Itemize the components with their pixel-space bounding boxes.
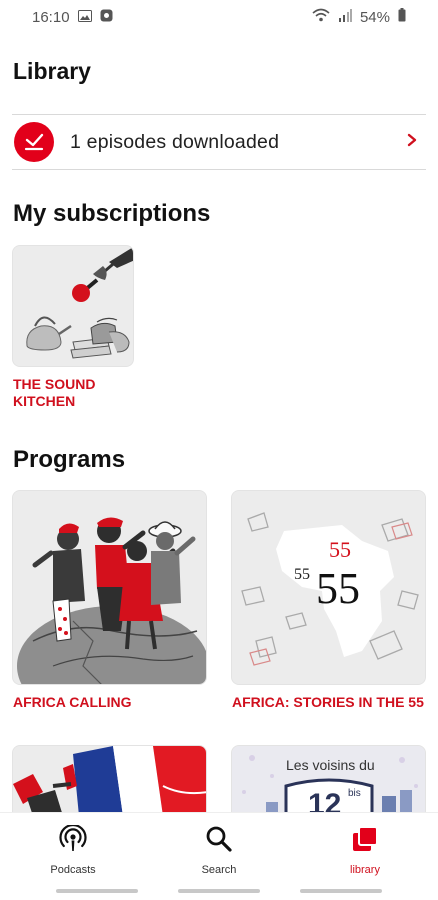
program-tile-voisins-12-bis[interactable]: Les voisins du 12 bis [231,745,426,815]
sound-kitchen-artwork [13,246,133,366]
nav-podcasts[interactable]: Podcasts [13,823,133,876]
program-tile-french[interactable] [12,745,207,815]
battery-percent: 54% [359,8,390,26]
wifi-icon [312,8,330,26]
subscription-tile-sound-kitchen[interactable] [12,245,134,367]
signal-icon [338,8,352,26]
program-tile-africa-stories-55[interactable]: 55 55 55 [231,490,426,685]
program-label[interactable]: AFRICA CALLING [13,694,213,711]
program-label[interactable]: AFRICA: STORIES IN THE 55 [232,694,427,711]
subscription-label[interactable]: THE SOUND KITCHEN [13,376,143,410]
africa-calling-artwork [13,491,206,684]
chevron-right-icon [406,133,418,152]
library-icon [351,825,379,858]
art-12-text: 12 [308,788,341,815]
africa-stories-artwork: 55 55 55 [232,491,425,684]
programs-heading: Programs [13,446,126,473]
nav-search-label: Search [201,864,237,876]
nav-library-label: library [350,864,380,876]
status-time: 16:10 [32,8,70,26]
subscriptions-heading: My subscriptions [13,200,211,227]
art-55-red: 55 [329,537,351,562]
bottom-navigation: Podcasts Search library [0,812,438,900]
program-tile-africa-calling[interactable] [12,490,207,685]
gesture-bar-left [56,889,138,893]
podcasts-icon [59,823,87,858]
art-voisins-text: Les voisins du [286,757,375,773]
notification-icon [100,9,113,26]
voisins-artwork: Les voisins du 12 bis [232,746,425,815]
art-bis-text: bis [348,788,361,799]
download-icon [14,122,54,162]
status-bar: 16:10 54% [0,0,438,34]
page-title: Library [13,58,91,84]
search-icon [205,825,233,858]
nav-search[interactable]: Search [159,825,279,876]
french-flag-artwork [13,746,206,814]
battery-icon [398,8,406,26]
nav-library[interactable]: library [305,825,425,876]
art-55-small: 55 [294,566,310,583]
art-55-big: 55 [316,564,360,613]
gesture-bar-center [178,889,260,893]
gallery-icon [77,9,92,26]
downloads-row[interactable]: 1 episodes downloaded [12,114,426,170]
downloads-label: 1 episodes downloaded [70,130,280,153]
gesture-bar-right [300,889,382,893]
nav-podcasts-label: Podcasts [50,864,96,876]
